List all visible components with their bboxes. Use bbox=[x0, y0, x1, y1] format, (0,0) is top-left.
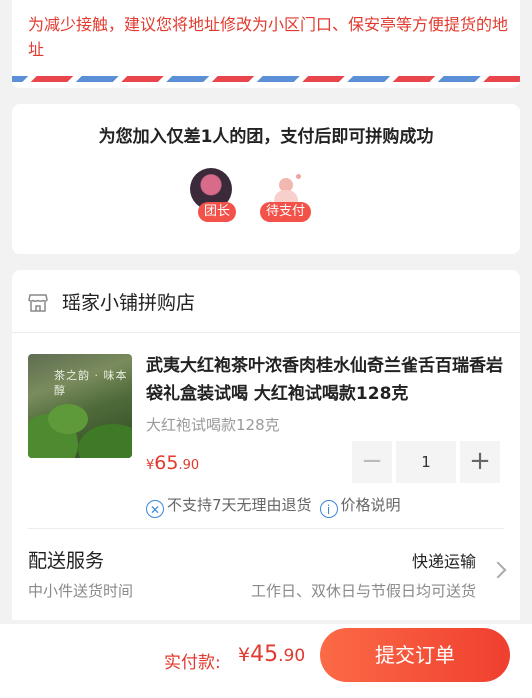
pay-label: 实付款: bbox=[164, 653, 221, 673]
info-icon[interactable]: i bbox=[319, 500, 338, 518]
quantity-stepper[interactable]: − 1 + bbox=[352, 441, 500, 483]
price-note-link[interactable]: 价格说明 bbox=[341, 496, 401, 514]
no-return-text: 不支持7天无理由退货 bbox=[167, 496, 312, 514]
airmail-stripe-divider bbox=[12, 76, 520, 82]
chevron-right-icon[interactable] bbox=[489, 561, 507, 579]
increase-quantity-button[interactable]: + bbox=[460, 441, 500, 483]
address-warning: 为减少接触，建议您将地址修改为小区门口、保安亭等方便提货的地址 bbox=[28, 15, 509, 59]
pending-payment-tag: 待支付 bbox=[260, 202, 312, 222]
divider bbox=[28, 528, 504, 529]
quantity-value[interactable]: 1 bbox=[396, 441, 456, 483]
address-card[interactable]: 为减少接触，建议您将地址修改为小区门口、保安亭等方便提货的地址 bbox=[12, 0, 520, 88]
group-buy-card: 为您加入仅差1人的团，支付后即可拼购成功 bbox=[12, 104, 520, 254]
delivery-subtitle: 中小件送货时间 bbox=[28, 582, 134, 600]
product-price: ¥65.90 bbox=[146, 452, 200, 474]
delivery-method[interactable]: 快递运输 bbox=[412, 548, 476, 572]
store-icon bbox=[28, 294, 48, 312]
submit-order-button[interactable]: 提交订单 bbox=[320, 628, 510, 682]
product-title[interactable]: 武夷大红袍茶叶浓香肉桂水仙奇兰雀舌百瑞香岩袋礼盒装试喝 大红袍试喝款128克 bbox=[146, 352, 508, 408]
pay-amount: ¥45.90 bbox=[238, 642, 306, 667]
product-sku: 大红袍试喝款128克 bbox=[146, 416, 280, 434]
decrease-quantity-button[interactable]: − bbox=[352, 441, 392, 483]
policy-row: ✕ 不支持7天无理由退货 i 价格说明 bbox=[146, 494, 401, 518]
store-card: 瑶家小铺拼购店 茶之韵 · 味本醇 武夷大红袍茶叶浓香肉桂水仙奇兰雀舌百瑞香岩袋… bbox=[12, 270, 520, 620]
group-buy-title: 为您加入仅差1人的团，支付后即可拼购成功 bbox=[98, 127, 434, 147]
store-header[interactable]: 瑶家小铺拼购店 bbox=[12, 270, 520, 333]
product-image-caption: 茶之韵 · 味本醇 bbox=[54, 369, 128, 397]
no-return-icon: ✕ bbox=[146, 500, 164, 518]
leader-tag: 团长 bbox=[198, 202, 237, 222]
checkout-bar: 实付款: ¥45.90 提交订单 bbox=[0, 624, 532, 698]
product-image[interactable]: 茶之韵 · 味本醇 bbox=[28, 354, 132, 458]
delivery-title: 配送服务 bbox=[28, 550, 105, 572]
delivery-time[interactable]: 工作日、双休日与节假日均可送货 bbox=[251, 580, 476, 601]
store-name: 瑶家小铺拼购店 bbox=[62, 292, 196, 314]
